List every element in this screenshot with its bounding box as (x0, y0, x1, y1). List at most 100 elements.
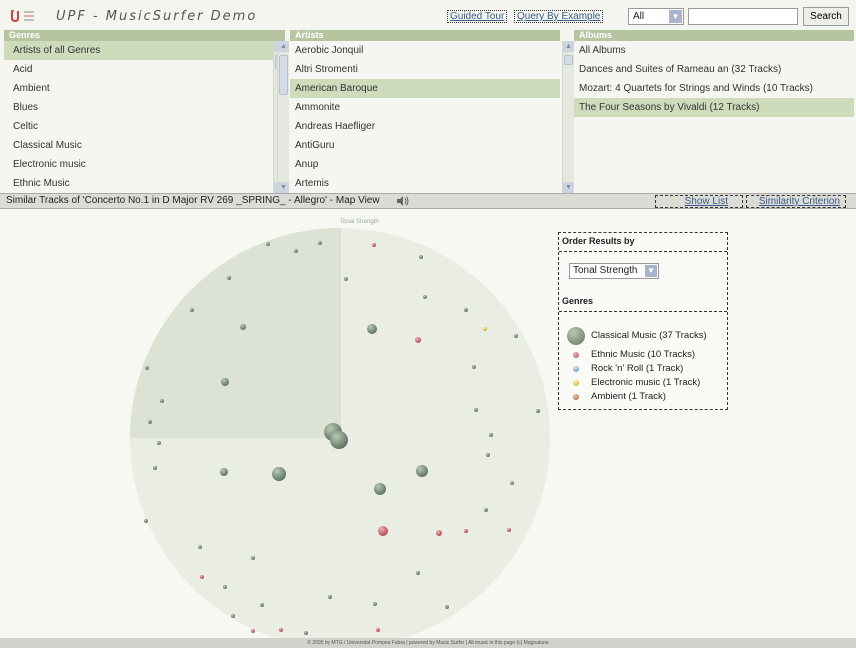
track-ball[interactable] (472, 365, 476, 369)
track-ball[interactable] (260, 603, 264, 607)
track-ball[interactable] (251, 629, 255, 633)
track-ball[interactable] (251, 556, 255, 560)
track-ball[interactable] (483, 327, 487, 331)
track-ball[interactable] (416, 465, 428, 477)
track-ball[interactable] (227, 276, 231, 280)
track-ball[interactable] (367, 324, 377, 334)
track-ball[interactable] (373, 602, 377, 606)
track-ball[interactable] (304, 631, 308, 635)
guided-tour-link[interactable]: Guided Tour (447, 10, 508, 23)
track-ball[interactable] (200, 575, 204, 579)
artist-item[interactable]: American Baroque (290, 79, 560, 98)
legend-item-rock[interactable]: Rock 'n' Roll (1 Track) (567, 362, 707, 376)
track-ball[interactable] (231, 614, 235, 618)
search-button[interactable]: Search (803, 7, 849, 26)
similarity-criterion-link[interactable]: Similarity Criterion (746, 195, 846, 208)
track-ball[interactable] (486, 453, 490, 457)
track-ball[interactable] (221, 378, 229, 386)
track-ball[interactable] (474, 408, 478, 412)
track-ball[interactable] (436, 530, 442, 536)
track-ball[interactable] (223, 585, 227, 589)
track-ball[interactable] (464, 308, 468, 312)
query-by-example-link[interactable]: Query By Example (514, 10, 604, 23)
scroll-down-icon[interactable]: ▼ (563, 182, 574, 193)
legend-label: Classical Music (37 Tracks) (591, 330, 707, 341)
track-ball[interactable] (198, 545, 202, 549)
track-ball[interactable] (374, 483, 386, 495)
track-ball[interactable] (536, 409, 540, 413)
track-ball[interactable] (489, 433, 493, 437)
track-ball[interactable] (328, 595, 332, 599)
genre-item[interactable]: Ambient (4, 79, 285, 98)
track-ball[interactable] (423, 295, 427, 299)
legend-item-electronic[interactable]: Electronic music (1 Track) (567, 376, 707, 390)
track-ball[interactable] (190, 308, 194, 312)
album-item[interactable]: The Four Seasons by Vivaldi (12 Tracks) (574, 98, 854, 117)
genre-item[interactable]: Celtic (4, 117, 285, 136)
scroll-up-icon[interactable]: ▲ (278, 41, 289, 52)
track-ball[interactable] (240, 324, 246, 330)
track-ball[interactable] (220, 468, 228, 476)
albums-scrollbar[interactable]: ▲ ▼ (562, 41, 574, 193)
artists-scroll-thumb[interactable] (279, 55, 288, 95)
track-ball[interactable] (378, 526, 388, 536)
album-item[interactable]: Dances and Suites of Rameau an (32 Track… (574, 60, 854, 79)
track-ball[interactable] (419, 255, 423, 259)
track-ball[interactable] (148, 420, 152, 424)
legend-item-ambient[interactable]: Ambient (1 Track) (567, 390, 707, 404)
track-ball[interactable] (279, 628, 283, 632)
track-ball[interactable] (144, 519, 148, 523)
track-ball[interactable] (153, 466, 157, 470)
artist-item[interactable]: Andreas Haefliger (290, 117, 560, 136)
genre-item[interactable]: Classical Music (4, 136, 285, 155)
track-ball[interactable] (445, 605, 449, 609)
genre-item[interactable]: Acid (4, 60, 285, 79)
scope-select[interactable]: All ▼ (628, 8, 684, 25)
order-by-select[interactable]: Tonal Strength ▼ (569, 263, 659, 279)
track-ball[interactable] (510, 481, 514, 485)
genre-item[interactable]: Artists of all Genres (4, 41, 285, 60)
genres-list: Artists of all Genres Acid Ambient Blues… (4, 41, 285, 193)
track-ball[interactable] (145, 366, 149, 370)
album-item[interactable]: All Albums (574, 41, 854, 60)
track-ball[interactable] (294, 249, 298, 253)
track-ball[interactable] (376, 628, 380, 632)
legend-item-ethnic[interactable]: Ethnic Music (10 Tracks) (567, 348, 707, 362)
show-list-link[interactable]: Show List (655, 195, 743, 208)
track-ball[interactable] (514, 334, 518, 338)
track-ball[interactable] (318, 241, 322, 245)
track-ball[interactable] (266, 242, 270, 246)
order-by-value: Tonal Strength (573, 265, 638, 276)
scroll-up-icon[interactable]: ▲ (563, 41, 574, 52)
speaker-icon[interactable] (397, 196, 409, 206)
albums-header: Albums (574, 30, 854, 41)
artist-item[interactable]: AntiGuru (290, 136, 560, 155)
track-ball[interactable] (330, 431, 348, 449)
search-input[interactable] (688, 8, 798, 25)
track-ball[interactable] (344, 277, 348, 281)
artist-item[interactable]: Artemis (290, 174, 560, 193)
genre-item[interactable]: Blues (4, 98, 285, 117)
track-ball[interactable] (507, 528, 511, 532)
track-ball[interactable] (160, 399, 164, 403)
genre-item[interactable]: Ethnic Music (4, 174, 285, 193)
genre-item[interactable]: Electronic music (4, 155, 285, 174)
albums-scroll-thumb[interactable] (564, 55, 573, 65)
album-item[interactable]: Mozart: 4 Quartets for Strings and Winds… (574, 79, 854, 98)
artist-item[interactable]: Ammonite (290, 98, 560, 117)
legend-item-classical[interactable]: Classical Music (37 Tracks) (567, 325, 707, 347)
artist-item[interactable]: Anup (290, 155, 560, 174)
track-ball[interactable] (272, 467, 286, 481)
track-ball[interactable] (372, 243, 376, 247)
track-ball[interactable] (415, 337, 421, 343)
track-ball[interactable] (464, 529, 468, 533)
order-results-title: Order Results by (562, 236, 635, 246)
track-ball[interactable] (157, 441, 161, 445)
track-ball[interactable] (416, 571, 420, 575)
artist-item[interactable]: Aerobic Jonquil (290, 41, 560, 60)
scroll-down-icon[interactable]: ▼ (278, 182, 289, 193)
artists-scrollbar[interactable]: ▲ ▼ (277, 41, 289, 193)
track-ball[interactable] (484, 508, 488, 512)
legend-label: Rock 'n' Roll (1 Track) (591, 363, 684, 374)
artist-item[interactable]: Altri Stromenti (290, 60, 560, 79)
